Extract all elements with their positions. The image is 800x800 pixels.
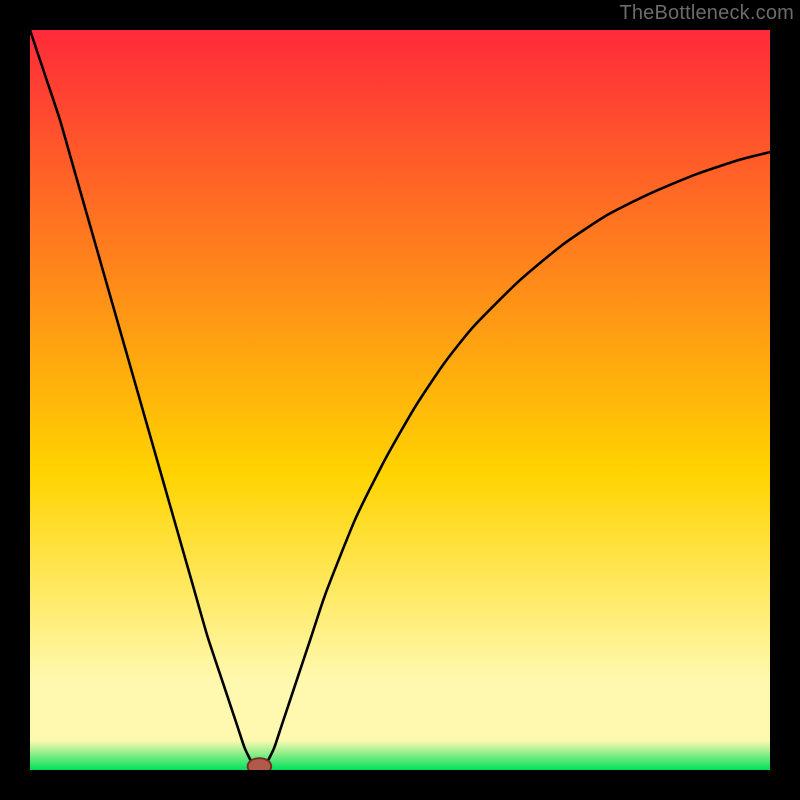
watermark-text: TheBottleneck.com: [619, 2, 794, 25]
plot-area: [30, 30, 770, 770]
bottleneck-curve: [30, 30, 770, 770]
chart-frame: TheBottleneck.com: [0, 0, 800, 800]
minimum-marker: [248, 758, 272, 770]
